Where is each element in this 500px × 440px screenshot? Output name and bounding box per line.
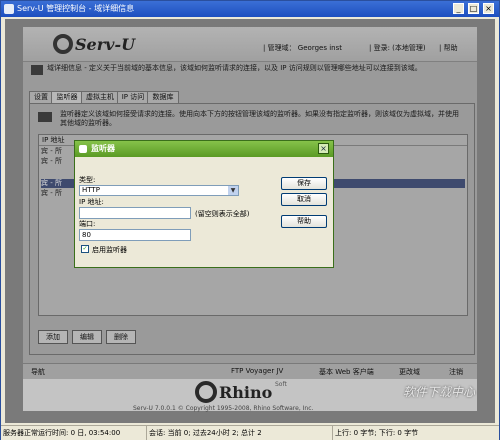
dialog-title-bar[interactable]: 监听器 × bbox=[75, 141, 333, 157]
rhino-soft-text: Soft bbox=[275, 381, 287, 388]
manage-domain-link[interactable]: | 管理域： Georges inst bbox=[263, 43, 342, 53]
status-uptime: 服务器正常运行时间: 0 日, 03:54:00 bbox=[1, 426, 147, 440]
type-select[interactable]: HTTP ▼ bbox=[79, 185, 239, 196]
info-area: 域详细信息 - 定义关于当前域的基本信息，该域如何监听请求的连接，以及 IP 访… bbox=[23, 63, 477, 85]
dialog-icon bbox=[79, 145, 87, 153]
header-bar: Serv-U | 管理域： Georges inst | 登录: (本地管理) … bbox=[23, 27, 477, 62]
status-sessions: 会话: 当前 0; 过去24小时 2; 总计 2 bbox=[147, 426, 333, 440]
nav-strip: 导航 FTP Voyager JV 基本 Web 客户端 更改域 注销 bbox=[23, 363, 477, 380]
rhino-text: Rhino bbox=[219, 383, 273, 402]
ip-hint: (留空则表示全部) bbox=[195, 210, 250, 218]
web-client-link[interactable]: 基本 Web 客户端 bbox=[319, 367, 374, 377]
list-item[interactable]: 宾 - 所 bbox=[41, 157, 62, 166]
list-header-ip: IP 地址 bbox=[42, 136, 65, 144]
list-item[interactable]: 宾 - 所 bbox=[41, 189, 62, 198]
minimize-button[interactable]: _ bbox=[453, 3, 464, 14]
maximize-button[interactable]: □ bbox=[468, 3, 479, 14]
delete-button[interactable]: 删除 bbox=[106, 330, 136, 344]
logo-ring-icon bbox=[53, 34, 73, 54]
nav-link[interactable]: 导航 bbox=[31, 367, 45, 377]
window-title: Serv-U 管理控制台 - 域详细信息 bbox=[17, 4, 135, 13]
listener-description: 监听器定义该域如何接受请求的连接。使用向本下方的按钮管理该域的监听器。如果没有指… bbox=[60, 110, 459, 127]
close-button[interactable]: × bbox=[483, 3, 494, 14]
copyright: Serv-U 7.0.0.1 © Copyright 1995-2008, Rh… bbox=[133, 405, 314, 412]
change-domain-link[interactable]: 更改域 bbox=[399, 367, 420, 377]
dialog-close-icon[interactable]: × bbox=[318, 143, 329, 154]
enable-listener-label[interactable]: 启用监听器 bbox=[92, 245, 127, 255]
ip-label: IP 地址: bbox=[79, 198, 104, 206]
serv-u-logo: Serv-U bbox=[53, 32, 143, 58]
dialog-title: 监听器 bbox=[91, 144, 115, 153]
chevron-down-icon[interactable]: ▼ bbox=[228, 186, 238, 195]
help-link[interactable]: | 帮助 bbox=[439, 43, 458, 53]
listener-dialog: 监听器 × 类型: HTTP ▼ IP 地址: (留空则表示全部) 端口: 80… bbox=[74, 140, 334, 268]
type-label: 类型: bbox=[79, 176, 96, 184]
enable-listener-checkbox[interactable]: ✓ bbox=[81, 245, 89, 253]
ftp-voyager-link[interactable]: FTP Voyager JV bbox=[231, 367, 283, 375]
info-icon bbox=[31, 65, 43, 75]
add-button[interactable]: 添加 bbox=[38, 330, 68, 344]
logo-text: Serv-U bbox=[75, 35, 136, 54]
port-label: 端口: bbox=[79, 220, 96, 228]
edit-button[interactable]: 编辑 bbox=[72, 330, 102, 344]
app-icon bbox=[4, 4, 14, 14]
login-link[interactable]: | 登录: (本地管理) bbox=[369, 43, 426, 53]
rhino-logo: Rhino Soft bbox=[195, 381, 305, 405]
type-select-value: HTTP bbox=[82, 186, 100, 194]
listener-icon bbox=[38, 112, 52, 122]
status-bar: 服务器正常运行时间: 0 日, 03:54:00 会话: 当前 0; 过去24小… bbox=[1, 425, 499, 440]
list-item[interactable]: 宾 - 所 bbox=[41, 147, 62, 156]
save-button[interactable]: 保存 bbox=[281, 177, 327, 190]
help-button[interactable]: 帮助 bbox=[281, 215, 327, 228]
ip-input[interactable] bbox=[79, 207, 191, 219]
info-text: 域详细信息 - 定义关于当前域的基本信息，该域如何监听请求的连接，以及 IP 访… bbox=[47, 64, 422, 72]
logout-link[interactable]: 注销 bbox=[449, 367, 463, 377]
watermark: 软件下载中心 bbox=[403, 385, 476, 399]
cancel-button[interactable]: 取消 bbox=[281, 193, 327, 206]
port-input[interactable]: 80 bbox=[79, 229, 191, 241]
title-bar[interactable]: Serv-U 管理控制台 - 域详细信息 _ □ × bbox=[1, 1, 499, 17]
rhino-ring-icon bbox=[195, 381, 217, 403]
status-transfer: 上行: 0 字节; 下行: 0 字节 bbox=[335, 429, 419, 437]
